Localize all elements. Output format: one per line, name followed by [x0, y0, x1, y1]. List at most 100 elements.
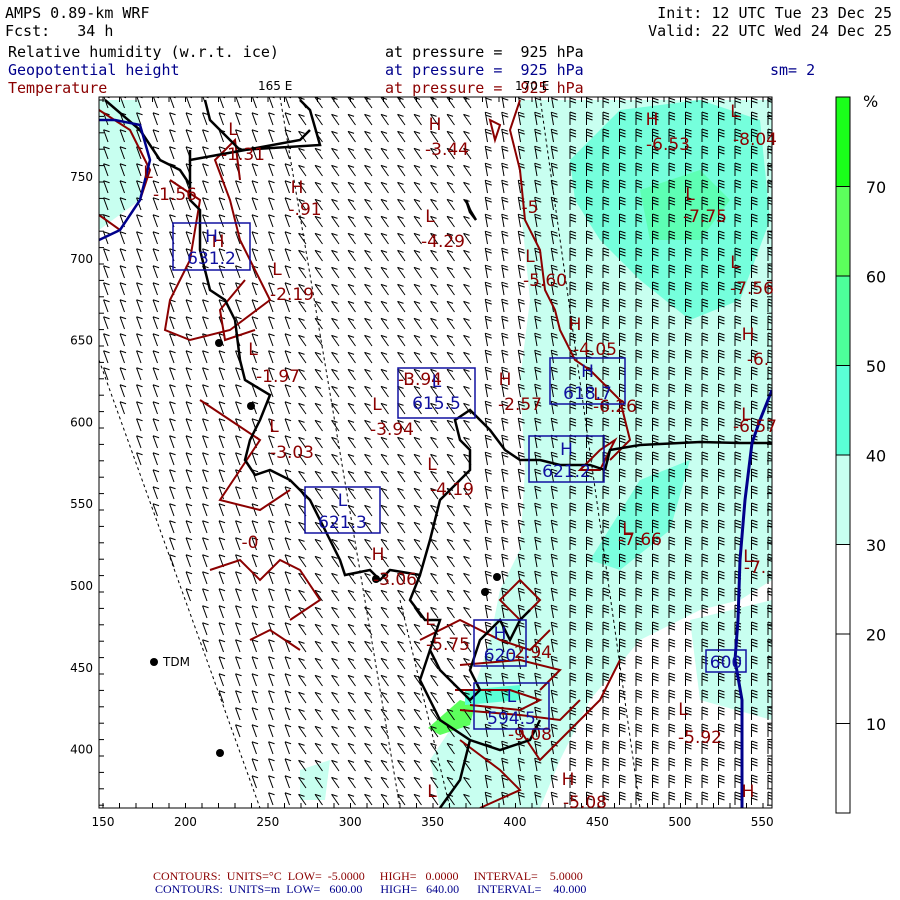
temp-high-marker: H: [742, 325, 755, 345]
wind-barb: [314, 572, 323, 585]
temp-value-label: -7.75: [683, 207, 727, 227]
height-value-label: 620: [484, 646, 516, 666]
wind-barb: [413, 657, 422, 670]
wind-barb: [430, 589, 439, 602]
wind-barb: [235, 707, 242, 721]
wind-barb: [202, 588, 209, 602]
wind-barb: [380, 793, 389, 806]
wind-barb: [767, 740, 772, 754]
wind-barb: [619, 672, 626, 686]
wind-barb: [652, 655, 659, 669]
wind-barb: [364, 487, 373, 500]
wind-barb: [701, 791, 709, 805]
wind-barb: [136, 435, 143, 449]
wind-barb: [619, 706, 626, 720]
wind-barb: [550, 791, 558, 806]
wind-barb: [484, 196, 492, 211]
wind-barb: [685, 655, 692, 669]
wind-barb: [347, 776, 356, 789]
station-dot: [493, 573, 501, 581]
wind-barb: [152, 265, 160, 279]
wind-barb: [284, 707, 292, 721]
wind-barb: [331, 419, 340, 432]
wind-barb: [202, 537, 209, 551]
wind-barb: [413, 436, 422, 449]
wind-barb: [202, 571, 209, 585]
wind-barb: [235, 605, 242, 619]
wind-barb: [517, 468, 525, 483]
temp-value-label: -4.29: [421, 232, 465, 252]
wind-barb: [218, 571, 226, 585]
wind-barb: [202, 163, 209, 177]
wind-barb: [169, 367, 176, 381]
wind-barb: [331, 793, 340, 806]
wind-barb: [314, 351, 323, 364]
temp-value-label: -6.: [747, 350, 769, 370]
map-canvas: TDM L-1.31H-3.44H-6.53L-8.04L-1.56 H-.91 L…: [70, 92, 886, 829]
temp-low-marker: L: [425, 207, 435, 227]
wind-barb: [380, 334, 389, 347]
wind-barb: [484, 536, 492, 551]
wind-barb: [314, 555, 323, 568]
wind-barb: [119, 282, 127, 296]
wind-barb: [380, 402, 389, 415]
wind-barb: [331, 334, 340, 347]
wind-barb: [235, 180, 242, 194]
wind-barb: [314, 419, 323, 432]
wind-barb: [380, 385, 389, 398]
wind-barb: [364, 402, 373, 415]
wind-barb: [602, 757, 610, 771]
wind-barb: [331, 385, 340, 398]
wind-barb: [463, 606, 472, 619]
wind-barb: [218, 605, 226, 619]
footer-temp-low: LOW= -5.0000: [287, 869, 365, 883]
wind-barb: [331, 708, 340, 721]
temp-high-marker: H: [562, 770, 575, 790]
wind-barb: [169, 316, 176, 330]
wind-barb: [331, 623, 340, 636]
wind-barb: [119, 248, 127, 262]
wind-barb: [136, 231, 143, 245]
wind-barb: [586, 723, 593, 737]
wind-barb: [347, 640, 356, 653]
wind-barb: [430, 419, 439, 432]
wind-barb: [734, 757, 742, 771]
wind-barb: [413, 453, 422, 466]
wind-barb: [347, 436, 356, 449]
wind-barb: [314, 385, 323, 398]
wind-barb: [430, 674, 439, 687]
wind-barb: [331, 657, 340, 670]
wind-barb: [397, 606, 406, 619]
wind-barb: [185, 97, 193, 109]
wind-barb: [169, 333, 176, 347]
wind-barb: [652, 791, 659, 805]
wind-barb: [136, 367, 143, 381]
wind-barb: [218, 469, 226, 483]
colorbar-segment: [835, 365, 851, 456]
wind-barb: [397, 215, 406, 228]
wind-barb: [484, 519, 492, 534]
wind-barb: [635, 740, 643, 754]
wind-barb: [136, 452, 143, 466]
wind-barb: [463, 521, 472, 534]
wind-barb: [484, 298, 492, 313]
wind-barb: [251, 588, 259, 602]
wind-barb: [364, 266, 373, 279]
wind-barb: [331, 164, 340, 177]
wind-barb: [314, 742, 323, 755]
wind-barb: [347, 402, 356, 415]
wind-barb: [331, 198, 340, 211]
wind-barb: [364, 232, 373, 245]
footer-temp-interval: INTERVAL= 5.0000: [473, 869, 583, 883]
wind-barb: [347, 555, 356, 568]
wind-barb: [268, 316, 275, 330]
wind-barb: [314, 623, 323, 636]
wind-barb: [314, 181, 323, 194]
wind-barb: [235, 367, 242, 381]
wind-barb: [136, 214, 143, 228]
wind-barb: [397, 759, 406, 772]
wind-barb: [202, 129, 209, 143]
temp-value-label: -3.94: [370, 420, 414, 440]
wind-barb: [284, 537, 292, 551]
wind-barb: [397, 266, 406, 279]
